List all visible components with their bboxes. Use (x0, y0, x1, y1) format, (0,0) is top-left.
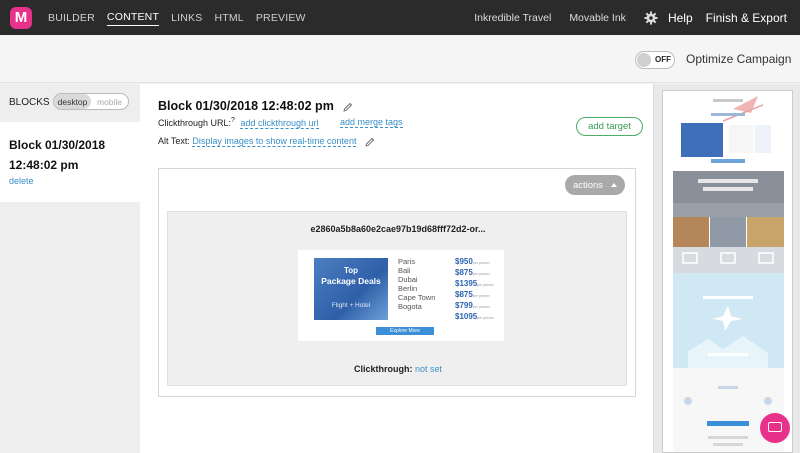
block-content-box: actions e2860a5b8a60e2cae97b19d68fff72d2… (158, 168, 636, 397)
pencil-icon[interactable] (365, 137, 375, 147)
org-name[interactable]: Movable Ink (569, 12, 626, 24)
city: Paris (398, 257, 416, 266)
price-row: $875per person (455, 268, 490, 277)
block-image-thumbnail[interactable]: Top Package Deals Flight + Hotel Paris B… (298, 250, 504, 341)
block-title-text: Block 01/30/2018 12:48:02 pm (158, 99, 334, 113)
clickthrough-status-label: Clickthrough: (353, 364, 413, 374)
toggle-state: OFF (655, 55, 671, 64)
blocks-header: BLOCKS (9, 97, 50, 108)
clickthrough-row: Clickthrough URL:? add clickthrough url (158, 117, 319, 129)
alt-text-value[interactable]: Display images to show real-time content (192, 136, 357, 147)
price-row: $950per person (455, 257, 490, 266)
actions-button[interactable]: actions (565, 175, 625, 195)
price-row: $799per person (455, 301, 490, 310)
add-target-button[interactable]: add target (576, 117, 643, 136)
price-row: $1095per person (455, 312, 494, 321)
app-logo[interactable]: M (10, 6, 32, 29)
blocks-sidebar: BLOCKS desktop mobile Block 01/30/2018 1… (0, 84, 140, 453)
city: Dubai (398, 275, 418, 284)
explore-more-button: Explore More (376, 327, 434, 335)
view-mobile[interactable]: mobile (91, 94, 128, 109)
tab-builder[interactable]: BUILDER (48, 10, 95, 26)
actions-label: actions (572, 179, 604, 191)
tab-preview[interactable]: PREVIEW (256, 10, 306, 26)
block-list-title: Block 01/30/2018 12:48:02 pm (9, 138, 106, 172)
caret-up-icon (611, 183, 618, 187)
hero-headline-1: Top (343, 266, 359, 275)
page-title: Block 01/30/2018 12:48:02 pm (158, 99, 353, 113)
help-link[interactable]: Help (668, 11, 693, 25)
pencil-icon[interactable] (343, 102, 353, 112)
alt-text-row: Alt Text: Display images to show real-ti… (158, 136, 375, 147)
tab-links[interactable]: LINKS (171, 10, 202, 26)
add-merge-tags-link[interactable]: add merge tags (340, 117, 403, 128)
chat-button[interactable] (760, 413, 790, 443)
email-preview-graphic (663, 91, 792, 452)
optimize-bar: OFF Optimize Campaign (0, 35, 800, 83)
hero-tagline: Flight + Hotel (331, 302, 371, 309)
city: Bogota (398, 302, 422, 311)
toggle-knob (637, 53, 651, 67)
price-row: $875per person (455, 290, 490, 299)
chat-icon (768, 422, 782, 432)
city-list: Paris Bali Dubai Berlin Cape Town Bogota (398, 257, 435, 311)
tab-html[interactable]: HTML (214, 10, 243, 26)
help-icon[interactable]: ? (231, 117, 235, 124)
alt-text-label: Alt Text: (158, 136, 190, 146)
price-row: $1395per person (455, 279, 494, 288)
email-preview[interactable] (662, 90, 793, 453)
top-nav: M BUILDER CONTENT LINKS HTML PREVIEW Ink… (0, 0, 800, 35)
block-list-item[interactable]: Block 01/30/2018 12:48:02 pm delete (0, 122, 140, 202)
city: Bali (398, 266, 411, 275)
block-editor: Block 01/30/2018 12:48:02 pm Clickthroug… (140, 84, 653, 453)
clickthrough-status: Clickthrough: not set (168, 364, 628, 374)
image-filename: e2860a5b8a60e2cae97b19d68fff72d2-or... (310, 224, 486, 234)
city: Cape Town (398, 293, 436, 302)
email-preview-panel (653, 84, 800, 453)
nav-right: Inkredible Travel Movable Ink Help Finis… (474, 0, 800, 35)
view-switch: desktop mobile (53, 93, 129, 110)
add-clickthrough-link[interactable]: add clickthrough url (240, 118, 319, 129)
delete-link[interactable]: delete (9, 176, 34, 186)
optimize-toggle[interactable]: OFF (635, 51, 675, 69)
city: Berlin (398, 284, 418, 293)
clickthrough-not-set-link[interactable]: not set (415, 364, 442, 374)
tab-content[interactable]: CONTENT (106, 9, 160, 26)
finish-export-button[interactable]: Finish & Export (706, 11, 787, 25)
hero-headline-2: Package Deals (321, 276, 381, 286)
account-name[interactable]: Inkredible Travel (474, 12, 551, 24)
image-panel: e2860a5b8a60e2cae97b19d68fff72d2-or... T… (167, 211, 627, 386)
hero-image: Top Package Deals Flight + Hotel (314, 258, 388, 320)
view-desktop[interactable]: desktop (54, 94, 91, 109)
gear-icon[interactable] (644, 10, 658, 25)
price-list: $950per person $875per person $1395per p… (455, 257, 494, 323)
optimize-label: Optimize Campaign (686, 52, 792, 66)
clickthrough-label: Clickthrough URL: (158, 118, 232, 128)
